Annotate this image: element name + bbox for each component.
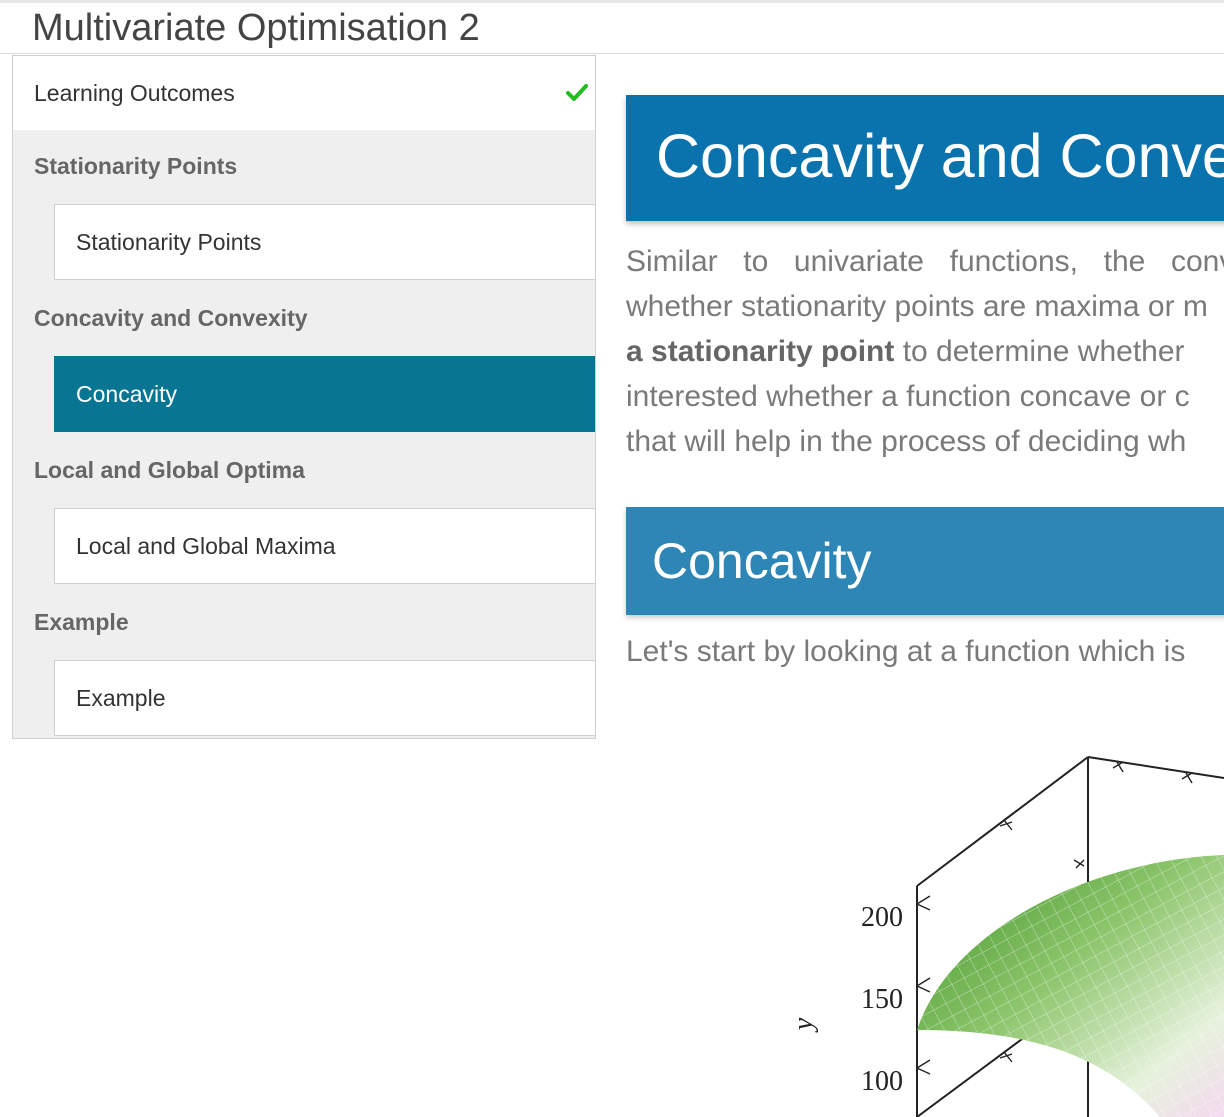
intro-line-5: that will help in the process of decidin…: [626, 425, 1187, 458]
sidebar-nav: Learning Outcomes Stationarity Points St…: [12, 55, 596, 739]
y-tick-label: 200: [861, 902, 903, 933]
sidebar-heading-concavity-convexity: Concavity and Convexity: [34, 305, 308, 331]
check-icon: [566, 83, 588, 108]
sidebar-heading-example: Example: [34, 609, 129, 635]
bold-term: a stationarity point: [626, 335, 895, 368]
sidebar-heading-local-global-optima: Local and Global Optima: [34, 457, 305, 483]
intro-line-2: whether stationarity points are maxima o…: [626, 290, 1208, 323]
y-tick-label: 100: [861, 1066, 903, 1097]
sidebar-item-label: Example: [76, 685, 166, 711]
y-tick-label: 150: [861, 984, 903, 1015]
sidebar-item-learning-outcomes[interactable]: Learning Outcomes: [13, 56, 595, 130]
sidebar-item-concavity[interactable]: Concavity: [54, 356, 595, 432]
sidebar-item-example[interactable]: Example: [54, 660, 595, 736]
sidebar-item-label: Stationarity Points: [76, 229, 262, 255]
y-axis-label: y: [790, 1017, 819, 1033]
intro-line-3: a stationarity point to determine whethe…: [626, 335, 1224, 369]
intro-line-3-rest: to determine whether: [894, 335, 1185, 368]
sidebar-heading-stationarity-points: Stationarity Points: [34, 153, 238, 179]
sidebar-item-label: Local and Global Maxima: [76, 533, 336, 559]
subsection-title: Concavity: [652, 533, 872, 589]
page-header: Multivariate Optimisation 2: [0, 0, 1224, 54]
subsection-title-banner: Concavity: [626, 507, 1224, 615]
lead-text: Let's start by looking at a function whi…: [626, 635, 1186, 668]
sidebar-item-stationarity-points[interactable]: Stationarity Points: [54, 204, 595, 280]
intro-line-1: Similar to univariate functions, the con…: [626, 245, 1224, 278]
surface-mesh: [917, 855, 1224, 1117]
section-title-banner: Concavity and Conve: [626, 95, 1224, 221]
intro-line-4: interested whether a function concave or…: [626, 380, 1190, 413]
section-title: Concavity and Conve: [656, 122, 1224, 190]
sidebar-item-label: Concavity: [76, 381, 177, 407]
surface-plot-figure: 200 150 100 y: [790, 756, 1224, 1117]
sidebar-item-label: Learning Outcomes: [34, 80, 235, 106]
page-title: Multivariate Optimisation 2: [32, 7, 480, 49]
sidebar-item-local-global-maxima[interactable]: Local and Global Maxima: [54, 508, 595, 584]
